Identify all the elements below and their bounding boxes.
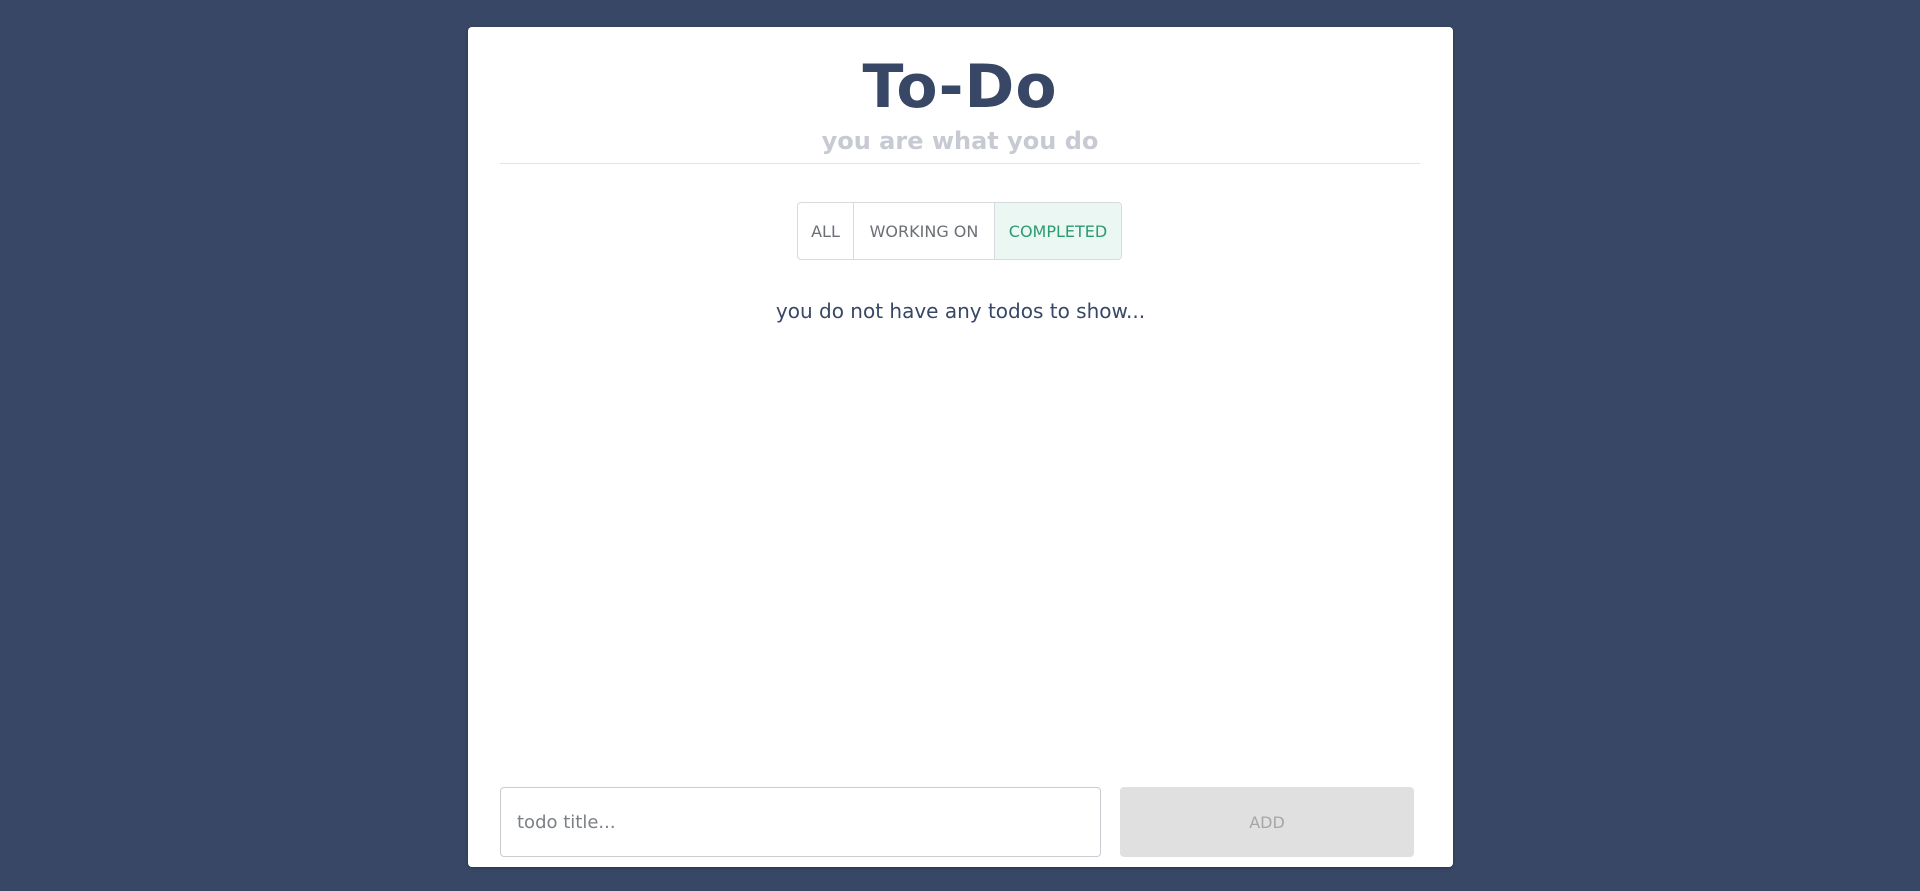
- header: To-Do you are what you do: [500, 27, 1420, 164]
- tab-working-on[interactable]: WORKING ON: [854, 203, 995, 259]
- page-subtitle: you are what you do: [821, 127, 1099, 155]
- empty-state-message: you do not have any todos to show...: [775, 299, 1146, 323]
- page-title: To-Do: [862, 52, 1058, 122]
- todo-card: To-Do you are what you do ALL WORKING ON…: [468, 27, 1453, 867]
- tab-completed[interactable]: COMPLETED: [995, 203, 1121, 259]
- add-todo-form: ADD: [500, 787, 1420, 857]
- add-button[interactable]: ADD: [1120, 787, 1414, 857]
- tab-all[interactable]: ALL: [798, 203, 854, 259]
- filter-tabs: ALL WORKING ON COMPLETED: [797, 202, 1122, 260]
- todo-title-input[interactable]: [500, 787, 1101, 857]
